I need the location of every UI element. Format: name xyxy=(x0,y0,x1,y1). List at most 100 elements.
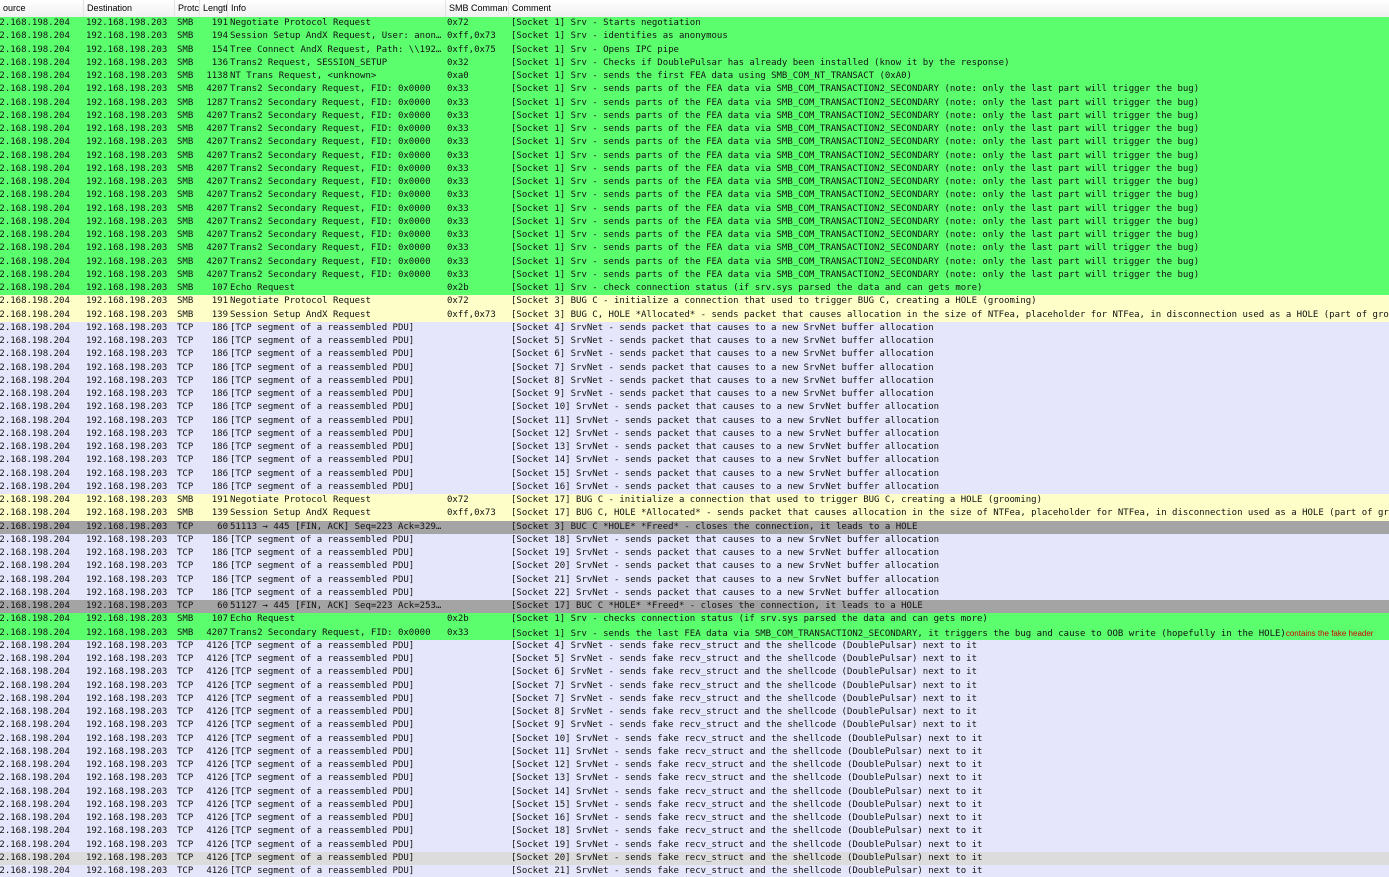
packet-row[interactable]: 92.168.198.204 192.168.198.203 TCP 186 [TCP … xyxy=(0,573,1389,587)
packet-comment: [Socket 13] SrvNet - sends packet that c… xyxy=(511,442,940,452)
packet-row[interactable]: 92.168.198.204 192.168.198.203 TCP 60 51113 … xyxy=(0,520,1389,534)
packet-length: 60 xyxy=(217,601,228,611)
packet-row[interactable]: 92.168.198.204 192.168.198.203 SMB 4207 Tran… xyxy=(0,242,1389,256)
packet-row[interactable]: 92.168.198.204 192.168.198.203 TCP 186 [TCP … xyxy=(0,427,1389,441)
packet-row[interactable]: 92.168.198.204 192.168.198.203 TCP 186 [TCP … xyxy=(0,454,1389,468)
packet-row[interactable]: 92.168.198.204 192.168.198.203 SMB 4207 Tran… xyxy=(0,123,1389,137)
packet-row[interactable]: 92.168.198.204 192.168.198.203 SMB 1138 NT T… xyxy=(0,70,1389,84)
packet-row[interactable]: 92.168.198.204 192.168.198.203 TCP 4126 [TCP… xyxy=(0,745,1389,759)
packet-row[interactable]: 92.168.198.204 192.168.198.203 TCP 4126 [TCP… xyxy=(0,639,1389,653)
packet-row[interactable]: 92.168.198.204 192.168.198.203 SMB 4207 Tran… xyxy=(0,229,1389,243)
packet-row[interactable]: 92.168.198.204 192.168.198.203 SMB 4207 Tran… xyxy=(0,149,1389,163)
packet-row[interactable]: 92.168.198.204 192.168.198.203 TCP 4126 [TCP… xyxy=(0,825,1389,839)
packet-row[interactable]: 92.168.198.204 192.168.198.203 TCP 186 [TCP … xyxy=(0,388,1389,402)
packet-info: Trans2 Secondary Request, FID: 0x0000 xyxy=(230,84,431,95)
packet-length: 107 xyxy=(211,283,228,293)
packet-comment: [Socket 1] Srv - sends parts of the FEA … xyxy=(511,163,1200,174)
packet-row[interactable]: 92.168.198.204 192.168.198.203 TCP 186 [TCP … xyxy=(0,586,1389,600)
packet-row[interactable]: 92.168.198.204 192.168.198.203 SMB 4207 Tran… xyxy=(0,109,1389,123)
packet-length: 4126 xyxy=(206,640,228,651)
packet-row[interactable]: 92.168.198.204 192.168.198.203 TCP 186 [TCP … xyxy=(0,560,1389,574)
packet-smb-command: 0xa0 xyxy=(447,71,469,81)
packet-row[interactable]: 92.168.198.204 192.168.198.203 SMB 194 Sessi… xyxy=(0,30,1389,44)
packet-row[interactable]: 92.168.198.204 192.168.198.203 SMB 107 Echo … xyxy=(0,613,1389,627)
packet-row[interactable]: 92.168.198.204 192.168.198.203 TCP 4126 [TCP… xyxy=(0,798,1389,812)
packet-row[interactable]: 92.168.198.204 192.168.198.203 TCP 4126 [TCP… xyxy=(0,785,1389,799)
packet-row[interactable]: 92.168.198.204 192.168.198.203 SMB 139 Sessi… xyxy=(0,507,1389,521)
packet-row[interactable]: 92.168.198.204 192.168.198.203 TCP 4126 [TCP… xyxy=(0,732,1389,746)
packet-row[interactable]: 92.168.198.204 192.168.198.203 SMB 191 Negot… xyxy=(0,17,1389,31)
column-header-destination[interactable]: Destination xyxy=(84,0,175,17)
packet-row[interactable]: 92.168.198.204 192.168.198.203 SMB 4207 Tran… xyxy=(0,136,1389,150)
packet-row[interactable]: 92.168.198.204 192.168.198.203 TCP 186 [TCP … xyxy=(0,533,1389,547)
packet-row[interactable]: 92.168.198.204 192.168.198.203 SMB 191 Negot… xyxy=(0,494,1389,508)
packet-row[interactable]: 92.168.198.204 192.168.198.203 TCP 186 [TCP … xyxy=(0,441,1389,455)
packet-row[interactable]: 92.168.198.204 192.168.198.203 SMB 4207 Tran… xyxy=(0,255,1389,269)
packet-row[interactable]: 92.168.198.204 192.168.198.203 SMB 4207 Tran… xyxy=(0,268,1389,282)
packet-comment: [Socket 1] Srv - identifies as anonymous xyxy=(511,31,728,42)
packet-row[interactable]: 92.168.198.204 192.168.198.203 SMB 4207 Tran… xyxy=(0,626,1389,640)
packet-destination: 192.168.198.203 xyxy=(86,322,168,333)
packet-row[interactable]: 92.168.198.204 192.168.198.203 SMB 1287 Tran… xyxy=(0,96,1389,110)
packet-row[interactable]: 92.168.198.204 192.168.198.203 SMB 4207 Tran… xyxy=(0,202,1389,216)
packet-destination: 192.168.198.203 xyxy=(86,799,168,810)
packet-row[interactable]: 92.168.198.204 192.168.198.203 SMB 4207 Tran… xyxy=(0,215,1389,229)
packet-row[interactable]: 92.168.198.204 192.168.198.203 SMB 136 Trans… xyxy=(0,56,1389,70)
packet-row[interactable]: 92.168.198.204 192.168.198.203 SMB 191 Negot… xyxy=(0,295,1389,309)
packet-row[interactable]: 92.168.198.204 192.168.198.203 SMB 4207 Tran… xyxy=(0,83,1389,97)
packet-row[interactable]: 92.168.198.204 192.168.198.203 TCP 4126 [TCP… xyxy=(0,865,1389,877)
packet-row[interactable]: 92.168.198.204 192.168.198.203 TCP 4126 [TCP… xyxy=(0,812,1389,826)
packet-row[interactable]: 92.168.198.204 192.168.198.203 TCP 186 [TCP … xyxy=(0,401,1389,415)
packet-row[interactable]: 92.168.198.204 192.168.198.203 TCP 186 [TCP … xyxy=(0,335,1389,349)
packet-row[interactable]: 92.168.198.204 192.168.198.203 TCP 4126 [TCP… xyxy=(0,692,1389,706)
packet-protocol: SMB xyxy=(177,216,194,227)
packet-source: 92.168.198.204 xyxy=(0,442,70,452)
packet-row[interactable]: 92.168.198.204 192.168.198.203 TCP 186 [TCP … xyxy=(0,374,1389,388)
packet-row[interactable]: 92.168.198.204 192.168.198.203 TCP 186 [TCP … xyxy=(0,480,1389,494)
packet-row[interactable]: 92.168.198.204 192.168.198.203 TCP 186 [TCP … xyxy=(0,414,1389,428)
packet-row[interactable]: 92.168.198.204 192.168.198.203 TCP 4126 [TCP… xyxy=(0,759,1389,773)
column-header-protocol[interactable]: Protc xyxy=(175,0,200,17)
packet-row[interactable]: 92.168.198.204 192.168.198.203 SMB 4207 Tran… xyxy=(0,162,1389,176)
packet-row[interactable]: 92.168.198.204 192.168.198.203 TCP 4126 [TCP… xyxy=(0,666,1389,680)
column-header-source[interactable]: ource xyxy=(0,0,84,17)
packet-source: 92.168.198.204 xyxy=(0,468,70,479)
packet-smb-command: 0x33 xyxy=(447,190,469,201)
packet-row[interactable]: 92.168.198.204 192.168.198.203 SMB 4207 Tran… xyxy=(0,176,1389,190)
column-header-comment[interactable]: Comment xyxy=(509,0,1389,17)
packet-row[interactable]: 92.168.198.204 192.168.198.203 TCP 4126 [TCP… xyxy=(0,838,1389,852)
packet-row[interactable]: 92.168.198.204 192.168.198.203 TCP 186 [TCP … xyxy=(0,547,1389,561)
packet-row[interactable]: 92.168.198.204 192.168.198.203 TCP 186 [TCP … xyxy=(0,361,1389,375)
packet-row[interactable]: 92.168.198.204 192.168.198.203 TCP 60 51127 … xyxy=(0,600,1389,614)
packet-info: 51127 → 445 [FIN, ACK] Seq=223 Ack=253 W… xyxy=(230,601,445,611)
packet-protocol: TCP xyxy=(177,415,194,426)
packet-info: [TCP segment of a reassembled PDU] xyxy=(230,587,415,598)
packet-row[interactable]: 92.168.198.204 192.168.198.203 SMB 4207 Tran… xyxy=(0,189,1389,203)
packet-row[interactable]: 92.168.198.204 192.168.198.203 TCP 186 [TCP … xyxy=(0,321,1389,335)
packet-row[interactable]: 92.168.198.204 192.168.198.203 TCP 4126 [TCP… xyxy=(0,772,1389,786)
packet-source: 92.168.198.204 xyxy=(0,746,70,757)
packet-comment: [Socket 12] SrvNet - sends fake recv_str… xyxy=(511,760,983,770)
packet-source: 92.168.198.204 xyxy=(0,760,70,770)
packet-row[interactable]: 92.168.198.204 192.168.198.203 TCP 4126 [TCP… xyxy=(0,706,1389,720)
packet-source: 92.168.198.204 xyxy=(0,230,70,240)
packet-row[interactable]: 92.168.198.204 192.168.198.203 TCP 4126 [TCP… xyxy=(0,851,1389,865)
packet-row[interactable]: 92.168.198.204 192.168.198.203 TCP 186 [TCP … xyxy=(0,467,1389,481)
column-header-info[interactable]: Info xyxy=(228,0,446,17)
packet-row[interactable]: 92.168.198.204 192.168.198.203 SMB 139 Sessi… xyxy=(0,308,1389,322)
packet-row[interactable]: 92.168.198.204 192.168.198.203 SMB 107 Echo … xyxy=(0,282,1389,296)
packet-source: 92.168.198.204 xyxy=(0,852,70,863)
packet-row[interactable]: 92.168.198.204 192.168.198.203 TCP 4126 [TCP… xyxy=(0,653,1389,667)
packet-row[interactable]: 92.168.198.204 192.168.198.203 TCP 186 [TCP … xyxy=(0,348,1389,362)
packet-destination: 192.168.198.203 xyxy=(86,84,168,95)
packet-row[interactable]: 92.168.198.204 192.168.198.203 SMB 154 Tree … xyxy=(0,43,1389,57)
packet-destination: 192.168.198.203 xyxy=(86,216,168,227)
column-header-smb-command[interactable]: SMB Command xyxy=(446,0,509,17)
packet-comment: [Socket 5] SrvNet - sends packet that ca… xyxy=(511,336,934,346)
column-header-length[interactable]: Length xyxy=(200,0,228,17)
packet-length: 186 xyxy=(211,415,228,426)
packet-comment: [Socket 16] SrvNet - sends fake recv_str… xyxy=(511,813,983,823)
packet-comment: [Socket 17] BUG C - initialize a connect… xyxy=(511,495,1043,505)
packet-row[interactable]: 92.168.198.204 192.168.198.203 TCP 4126 [TCP… xyxy=(0,679,1389,693)
packet-row[interactable]: 92.168.198.204 192.168.198.203 TCP 4126 [TCP… xyxy=(0,719,1389,733)
